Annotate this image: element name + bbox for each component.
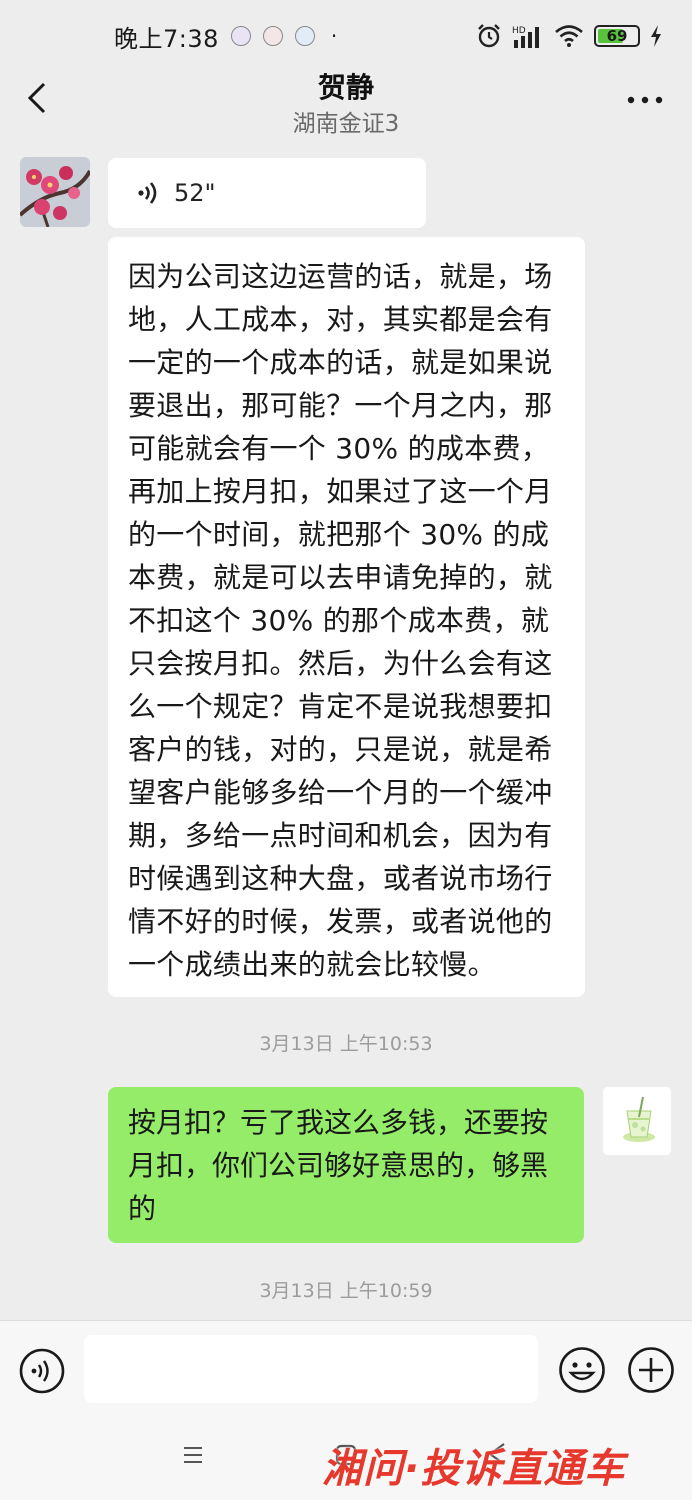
- svg-text:HD: HD: [512, 26, 526, 36]
- emoji-icon[interactable]: [557, 1345, 607, 1395]
- sent-text-bubble[interactable]: 按月扣？亏了我这么多钱，还要按月扣，你们公司够好意思的，够黑的: [108, 1087, 584, 1243]
- chat-subtitle: 湖南金证3: [292, 111, 400, 137]
- plus-icon[interactable]: [626, 1345, 676, 1395]
- status-indicators: HD 69: [476, 23, 662, 49]
- message-timestamp: 3月13日 上午10:53: [259, 1033, 433, 1055]
- alarm-icon: [478, 24, 500, 48]
- watermark-logo: 湘问·投诉直通车: [322, 1446, 626, 1492]
- voice-wave-icon: [138, 182, 157, 204]
- plum-blossom-avatar-image: [20, 157, 90, 227]
- voice-input-icon[interactable]: [18, 1347, 66, 1395]
- sent-text: 按月扣？亏了我这么多钱，还要按月扣，你们公司够好意思的，够黑的: [128, 1106, 549, 1225]
- more-notifications-dot: ·: [330, 24, 338, 48]
- notification-app-icon: [294, 26, 315, 46]
- battery-level: 69: [606, 27, 628, 45]
- drink-avatar-image: [603, 1087, 671, 1155]
- notification-app-icon: [262, 26, 283, 46]
- chat-input-bar: [0, 1320, 692, 1420]
- message-timestamp: 3月13日 上午10:59: [259, 1280, 433, 1302]
- chat-header: 贺静 湖南金证3: [0, 60, 692, 144]
- received-text-bubble[interactable]: 因为公司这边运营的话，就是，场地，人工成本，对，其实都是会有一定的一个成本的话，…: [108, 237, 585, 997]
- received-text: 因为公司这边运营的话，就是，场地，人工成本，对，其实都是会有一定的一个成本的话，…: [128, 260, 553, 981]
- battery-indicator: 69: [594, 25, 640, 47]
- contact-avatar[interactable]: [20, 157, 90, 227]
- chat-title: 贺静: [317, 71, 374, 104]
- wifi-icon: [555, 25, 583, 47]
- menu-icon[interactable]: [180, 1442, 206, 1468]
- status-time: 晚上7:38: [114, 24, 219, 53]
- signal-icon: HD: [512, 26, 539, 48]
- charging-icon: [651, 25, 661, 47]
- notification-app-icon: [230, 26, 251, 46]
- voice-message-bubble[interactable]: 52": [108, 158, 426, 228]
- notification-icons: [230, 26, 315, 46]
- more-icon[interactable]: [626, 86, 664, 114]
- message-input[interactable]: [84, 1335, 538, 1403]
- system-nav-bar: 湘问·投诉直通车: [0, 1420, 692, 1500]
- my-avatar[interactable]: [602, 1086, 672, 1156]
- voice-duration: 52": [174, 179, 216, 207]
